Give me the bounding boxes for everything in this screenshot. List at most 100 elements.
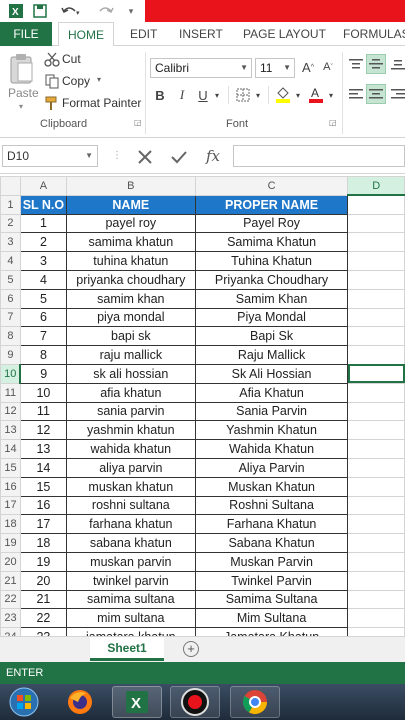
- worksheet-grid[interactable]: A B C D 1 SL N.O NAME PROPER NAME 2 1 payel ro…: [0, 176, 405, 636]
- cell[interactable]: muskan parvin: [65, 551, 196, 572]
- tab-file[interactable]: FILE: [0, 22, 52, 46]
- row-header[interactable]: 4: [0, 251, 21, 271]
- row-header[interactable]: 22: [0, 589, 21, 610]
- cell[interactable]: [347, 307, 405, 328]
- cell[interactable]: Muskan Parvin: [194, 551, 349, 572]
- row-header[interactable]: 6: [0, 288, 21, 309]
- paste-icon[interactable]: [6, 52, 36, 86]
- cell[interactable]: [347, 194, 405, 215]
- cell[interactable]: Yashmin Khatun: [194, 420, 349, 441]
- cell[interactable]: Twinkel Parvin: [194, 570, 349, 591]
- cell[interactable]: 21: [19, 589, 67, 610]
- cell[interactable]: [347, 570, 405, 591]
- column-header-d[interactable]: D: [347, 176, 405, 197]
- enter-checkmark-icon[interactable]: [168, 146, 190, 168]
- cell[interactable]: Mim Sultana: [194, 608, 349, 629]
- cell[interactable]: Priyanka Choudhary: [194, 269, 349, 290]
- cell[interactable]: [347, 213, 405, 234]
- cell[interactable]: raju mallick: [65, 345, 196, 365]
- row-header[interactable]: 15: [0, 457, 21, 478]
- cell[interactable]: 10: [19, 382, 67, 403]
- cell[interactable]: Sabana Khatun: [194, 533, 349, 553]
- cell[interactable]: aliya parvin: [65, 457, 196, 478]
- row-header[interactable]: 18: [0, 514, 21, 535]
- column-header-b[interactable]: B: [65, 176, 196, 196]
- cell[interactable]: [347, 401, 405, 422]
- insert-function-icon[interactable]: fx: [201, 145, 225, 167]
- cell[interactable]: [347, 232, 405, 253]
- row-header[interactable]: 24: [0, 627, 21, 636]
- cell[interactable]: [347, 269, 405, 290]
- cell[interactable]: Jamatara Khatun: [194, 627, 349, 636]
- cell[interactable]: tuhina khatun: [65, 251, 196, 271]
- underline-dropdown-icon[interactable]: ▾: [212, 88, 222, 102]
- cell[interactable]: Afia Khatun: [194, 382, 349, 403]
- cell[interactable]: 9: [19, 363, 67, 384]
- row-header[interactable]: 2: [0, 213, 21, 234]
- row-header[interactable]: 9: [0, 345, 21, 365]
- align-right-icon[interactable]: [390, 86, 405, 102]
- column-header-a[interactable]: A: [19, 176, 67, 196]
- cancel-icon[interactable]: [134, 146, 156, 168]
- row-header[interactable]: 11: [0, 382, 21, 403]
- row-header[interactable]: 10: [0, 363, 22, 384]
- bottom-align-icon[interactable]: [390, 56, 405, 72]
- start-orb-icon[interactable]: [4, 686, 44, 718]
- cell[interactable]: 5: [19, 288, 67, 309]
- cell[interactable]: [347, 288, 405, 309]
- font-color-dropdown-icon[interactable]: ▾: [326, 88, 336, 102]
- cell[interactable]: afia khatun: [65, 382, 196, 403]
- cell[interactable]: [347, 457, 405, 478]
- cell[interactable]: 2: [19, 232, 67, 253]
- row-header[interactable]: 16: [0, 476, 21, 497]
- scissors-icon[interactable]: [44, 51, 60, 67]
- middle-align-icon[interactable]: [366, 54, 386, 74]
- cell[interactable]: 23: [19, 627, 67, 636]
- header-cell[interactable]: NAME: [65, 194, 196, 215]
- shrink-font-icon[interactable]: Aˇ: [319, 58, 337, 76]
- sheet-tab-sheet1[interactable]: Sheet1: [90, 637, 164, 661]
- cell[interactable]: Farhana Khatun: [194, 514, 349, 535]
- cell[interactable]: priyanka choudhary: [65, 269, 196, 290]
- fill-color-icon[interactable]: [274, 84, 292, 104]
- row-header[interactable]: 21: [0, 570, 21, 591]
- paste-button[interactable]: Paste: [8, 86, 39, 100]
- cell[interactable]: sania parvin: [65, 401, 196, 422]
- cell[interactable]: sk ali hossian: [65, 363, 196, 384]
- cell[interactable]: 16: [19, 495, 67, 516]
- cell[interactable]: muskan khatun: [65, 476, 196, 497]
- cell[interactable]: Piya Mondal: [194, 307, 349, 328]
- add-sheet-icon[interactable]: +: [183, 641, 199, 657]
- cell[interactable]: [347, 420, 405, 441]
- row-header[interactable]: 3: [0, 232, 21, 253]
- cell[interactable]: [347, 589, 405, 610]
- formula-input[interactable]: [233, 145, 405, 167]
- selected-cell[interactable]: [347, 363, 405, 384]
- cell[interactable]: [347, 439, 405, 459]
- chrome-icon[interactable]: [230, 686, 280, 718]
- borders-dropdown-icon[interactable]: ▾: [253, 88, 263, 102]
- tab-insert[interactable]: INSERT: [179, 22, 223, 46]
- cell[interactable]: Sk Ali Hossian: [194, 363, 349, 384]
- cell[interactable]: samima sultana: [65, 589, 196, 610]
- cell[interactable]: [347, 382, 405, 403]
- cell[interactable]: [347, 533, 405, 553]
- cell[interactable]: 4: [19, 269, 67, 290]
- font-launcher-icon[interactable]: ◲: [329, 118, 337, 127]
- cell[interactable]: roshni sultana: [65, 495, 196, 516]
- format-painter-icon[interactable]: [44, 95, 60, 111]
- tab-home[interactable]: HOME: [58, 22, 114, 47]
- cell[interactable]: 22: [19, 608, 67, 629]
- cell[interactable]: bapi sk: [65, 326, 196, 347]
- row-header[interactable]: 13: [0, 420, 21, 441]
- fill-color-dropdown-icon[interactable]: ▾: [293, 88, 303, 102]
- font-size-dropdown-icon[interactable]: ▼: [283, 59, 291, 77]
- header-cell[interactable]: SL N.O: [19, 194, 67, 215]
- cell[interactable]: sabana khatun: [65, 533, 196, 553]
- customize-toolbar-icon[interactable]: ▾: [124, 3, 138, 19]
- cell[interactable]: 15: [19, 476, 67, 497]
- row-header[interactable]: 1: [0, 194, 21, 215]
- align-left-icon[interactable]: [348, 86, 364, 102]
- align-center-icon[interactable]: [366, 84, 386, 104]
- cell[interactable]: piya mondal: [65, 307, 196, 328]
